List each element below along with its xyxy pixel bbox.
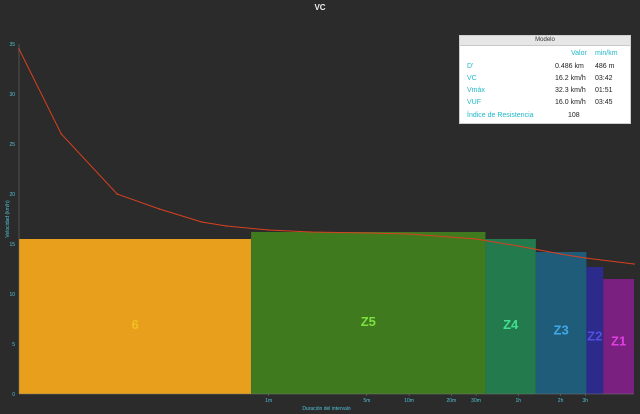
legend-minkm: 01:51	[595, 87, 613, 94]
legend-label: D'	[467, 63, 474, 70]
x-axis-label: Duración del intervalo	[302, 406, 351, 412]
vc-point	[116, 193, 118, 195]
legend-row-resistance-index: Índice de Resistencia 108	[460, 112, 632, 123]
legend-label: Vmáx	[467, 87, 485, 94]
x-tick-label: 1h	[516, 398, 522, 404]
legend-row-d-prime: D' 0.486 km 486 m	[460, 63, 632, 74]
y-tick-label: 25	[9, 142, 15, 148]
legend-value: 16.0 km/h	[555, 99, 586, 106]
zone-label: Z3	[554, 322, 569, 337]
vc-point	[225, 225, 228, 227]
legend-column-headers: Valor min/km	[460, 50, 632, 61]
legend-row-vuf: VUF 16.0 km/h 03:45	[460, 99, 632, 110]
vc-point	[517, 245, 520, 247]
legend-label: VC	[467, 75, 477, 82]
zone-label: Z5	[361, 314, 376, 329]
vc-point	[475, 238, 477, 240]
vc-point	[408, 233, 410, 235]
x-tick-label: 5m	[363, 398, 370, 404]
legend-row-vc: VC 16.2 km/h 03:42	[460, 75, 632, 86]
x-tick-label: 1m	[265, 398, 272, 404]
vc-point	[60, 133, 63, 135]
y-tick-label: 35	[9, 42, 15, 48]
legend-header: Modelo	[460, 36, 630, 46]
x-tick-label: 10m	[404, 398, 414, 404]
vc-point	[158, 208, 161, 210]
vc-point	[559, 253, 562, 255]
zone-label: Z2	[587, 329, 602, 344]
x-tick-label: 20m	[446, 398, 456, 404]
zone-label: Z1	[611, 334, 626, 349]
y-tick-label: 20	[9, 192, 15, 198]
y-tick-label: 30	[9, 92, 15, 98]
legend-value: 0.486 km	[555, 63, 584, 70]
vc-point	[310, 231, 312, 233]
legend-minkm: 03:42	[595, 75, 613, 82]
model-legend: Modelo Valor min/km D' 0.486 km 486 m VC…	[459, 35, 631, 124]
y-tick-label: 0	[12, 392, 15, 398]
zone-label: 6	[131, 317, 138, 332]
x-tick-label: 2h	[558, 398, 564, 404]
legend-value: 108	[568, 112, 580, 119]
legend-label: Índice de Resistencia	[467, 112, 534, 119]
legend-col-value: Valor	[571, 50, 587, 57]
y-tick-label: 15	[9, 242, 15, 248]
vc-point	[584, 257, 587, 259]
y-tick-label: 5	[12, 342, 15, 348]
legend-label: VUF	[467, 99, 481, 106]
y-tick-label: 10	[9, 292, 15, 298]
legend-col-minkm: min/km	[595, 50, 618, 57]
x-tick-label: 3h	[583, 398, 589, 404]
legend-value: 16.2 km/h	[555, 75, 586, 82]
x-tick-label: 30m	[471, 398, 481, 404]
legend-minkm: 03:45	[595, 99, 613, 106]
vc-point	[267, 229, 270, 231]
legend-row-vmax: Vmáx 32.3 km/h 01:51	[460, 87, 632, 98]
zone-label: Z4	[503, 317, 519, 332]
legend-value: 32.3 km/h	[555, 87, 586, 94]
vc-point	[633, 263, 635, 265]
y-axis-label: Velocidad (km/h)	[5, 200, 11, 238]
legend-minkm: 486 m	[595, 63, 615, 70]
vc-point	[365, 232, 368, 234]
vc-point	[200, 221, 203, 223]
